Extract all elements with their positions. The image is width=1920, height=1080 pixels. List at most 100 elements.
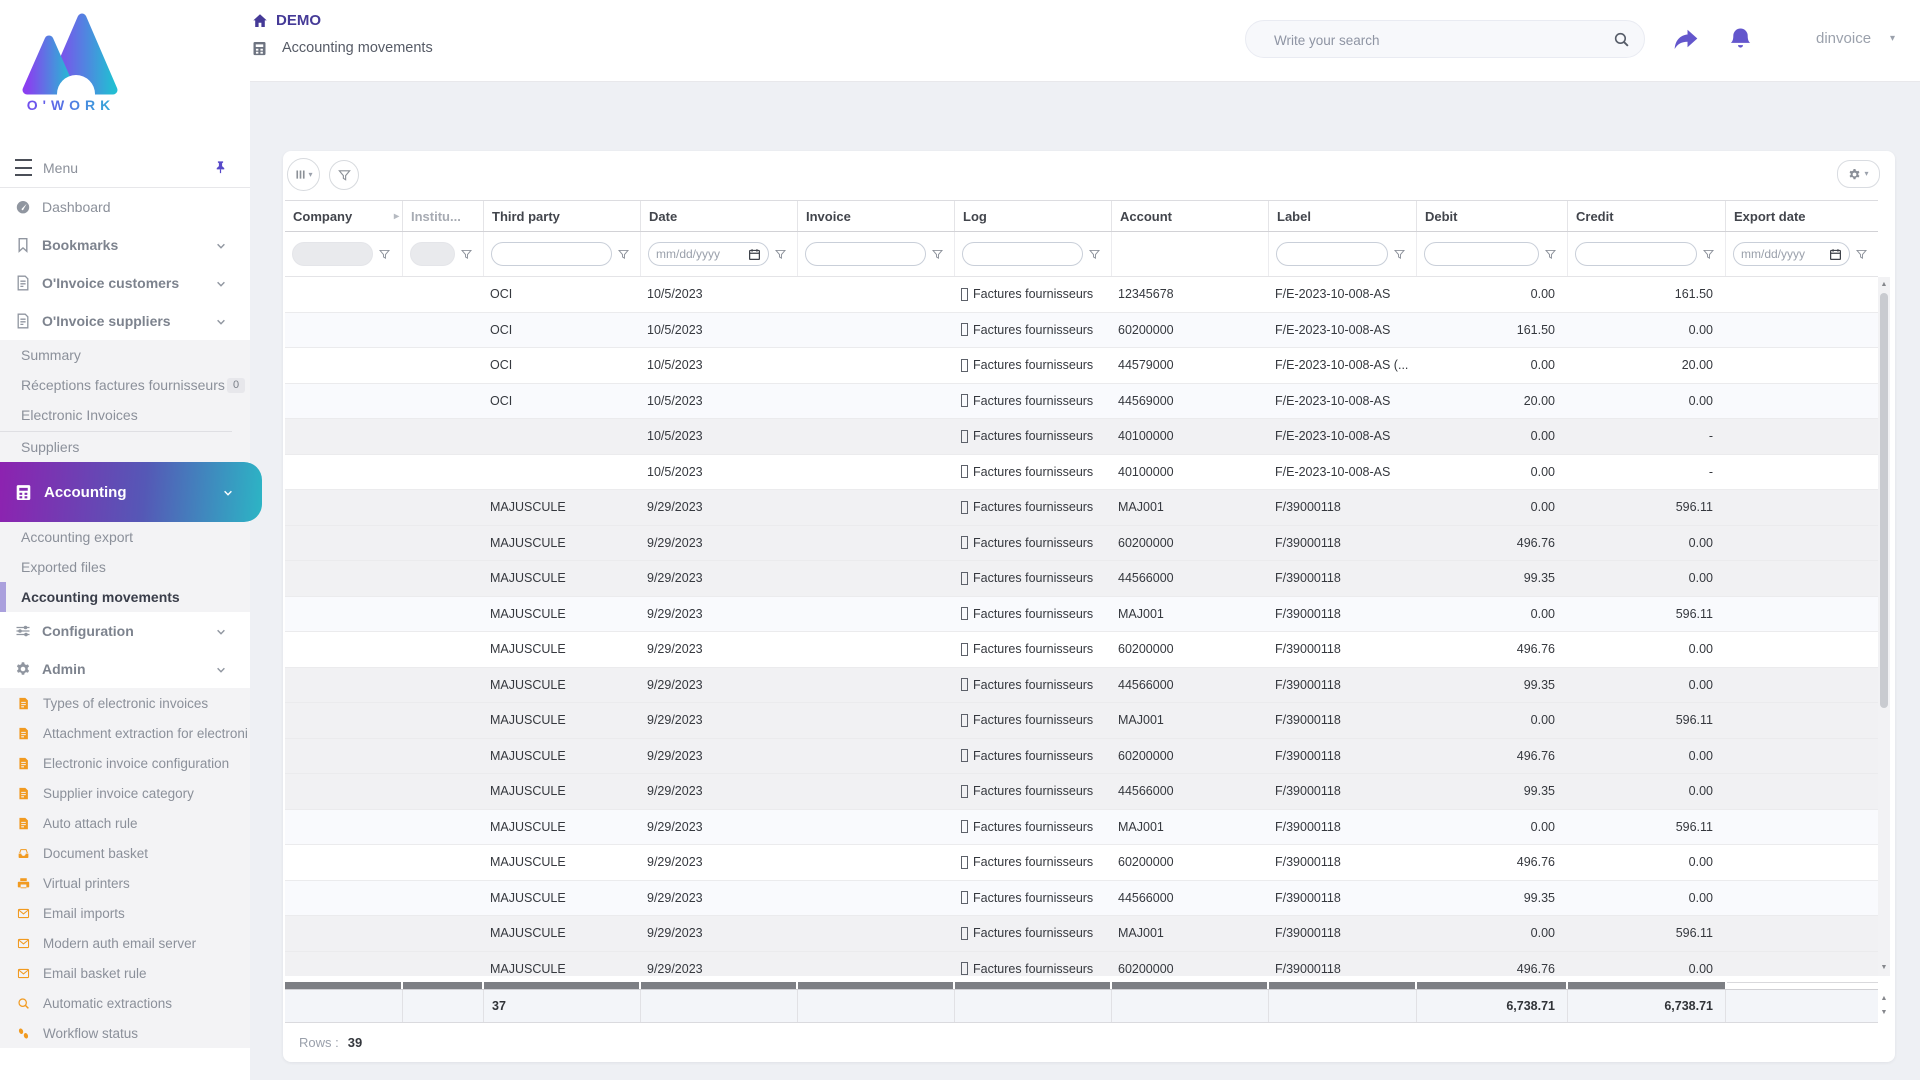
sidebar-item-o-invoice-customers[interactable]: O'Invoice customers — [0, 264, 250, 302]
column-header-export-date[interactable]: Export date — [1725, 201, 1878, 231]
sidebar-item-email-imports[interactable]: Email imports — [0, 898, 250, 928]
sidebar-item-document-basket[interactable]: Document basket — [0, 838, 250, 868]
sidebar-item-email-basket-rule[interactable]: Email basket rule — [0, 958, 250, 988]
sidebar-item-summary[interactable]: Summary — [0, 340, 250, 370]
sidebar-item-admin[interactable]: Admin — [0, 650, 250, 688]
hamburger-icon[interactable] — [15, 159, 32, 176]
sidebar-item-supplier-invoice-category[interactable]: Supplier invoice category — [0, 778, 250, 808]
sidebar-item-o-invoice-suppliers[interactable]: O'Invoice suppliers — [0, 302, 250, 340]
filter-date-input-export-date[interactable]: mm/dd/yyyy — [1733, 242, 1850, 266]
sidebar-item-electronic-invoices[interactable]: Electronic Invoices — [0, 400, 250, 430]
table-row[interactable]: MAJUSCULE 9/29/2023 Factures fournisseurs 6… — [285, 845, 1878, 881]
sidebar-item-electronic-invoice-configuration[interactable]: Electronic invoice configuration — [0, 748, 250, 778]
table-row[interactable]: MAJUSCULE 9/29/2023 Factures fournisseurs M… — [285, 916, 1878, 952]
filter-input-debit[interactable] — [1424, 242, 1539, 266]
filter-button[interactable] — [329, 160, 359, 190]
table-row[interactable]: MAJUSCULE 9/29/2023 Factures fournisseurs M… — [285, 596, 1878, 632]
column-header-debit[interactable]: Debit — [1416, 201, 1567, 231]
filter-menu-log[interactable] — [1088, 248, 1101, 261]
table-row[interactable]: MAJUSCULE 9/29/2023 Factures fournisseurs 4… — [285, 880, 1878, 916]
table-row[interactable]: MAJUSCULE 9/29/2023 Factures fournisseurs 4… — [285, 774, 1878, 810]
table-row[interactable]: OCI 10/5/2023 Factures fournisseurs 4457900… — [285, 348, 1878, 384]
column-header-invoice[interactable]: Invoice — [797, 201, 954, 231]
breadcrumb[interactable]: DEMO — [252, 12, 321, 29]
sidebar-item-dashboard[interactable]: Dashboard — [0, 188, 250, 226]
table-row[interactable]: MAJUSCULE 9/29/2023 Factures fournisseurs 6… — [285, 951, 1878, 976]
bell-icon[interactable] — [1728, 26, 1753, 51]
sidebar-item-modern-auth-email-server[interactable]: Modern auth email server — [0, 928, 250, 958]
sidebar-item-auto-attach-rule[interactable]: Auto attach rule — [0, 808, 250, 838]
table-row[interactable]: MAJUSCULE 9/29/2023 Factures fournisseurs 6… — [285, 632, 1878, 668]
filter-input-label[interactable] — [1276, 242, 1388, 266]
table-row[interactable]: MAJUSCULE 9/29/2023 Factures fournisseurs 4… — [285, 561, 1878, 597]
table-row[interactable]: MAJUSCULE 9/29/2023 Factures fournisseurs M… — [285, 703, 1878, 739]
table-row[interactable]: MAJUSCULE 9/29/2023 Factures fournisseurs M… — [285, 809, 1878, 845]
table-row[interactable]: MAJUSCULE 9/29/2023 Factures fournisseurs 4… — [285, 667, 1878, 703]
search-icon[interactable] — [1613, 31, 1630, 48]
filter-input-third-party[interactable] — [491, 242, 612, 266]
filter-menu-credit[interactable] — [1702, 248, 1715, 261]
filter-input-credit[interactable] — [1575, 242, 1697, 266]
filter-menu-invoice[interactable] — [931, 248, 944, 261]
share-icon[interactable] — [1672, 26, 1699, 53]
filter-menu-institution[interactable] — [460, 248, 473, 261]
filter-menu-date[interactable] — [774, 248, 787, 261]
cell-institution — [402, 526, 483, 561]
sidebar-item-suppliers[interactable]: Suppliers — [0, 432, 250, 462]
user-menu[interactable]: dinvoice — [1816, 30, 1871, 47]
column-header-label: Company — [293, 208, 353, 224]
sidebar-item-types-of-electronic-invoices[interactable]: Types of electronic invoices — [0, 688, 250, 718]
column-header-label[interactable]: Label — [1268, 201, 1416, 231]
column-header-institution[interactable]: Institu... — [402, 201, 483, 231]
scroll-up-icon[interactable]: ▲ — [1879, 281, 1889, 288]
pin-icon[interactable] — [213, 160, 228, 175]
column-header-log[interactable]: Log — [954, 201, 1111, 231]
horizontal-scrollbar-track[interactable] — [1727, 982, 1878, 989]
search-input[interactable] — [1272, 22, 1606, 58]
vertical-scrollbar-thumb[interactable] — [1880, 293, 1888, 708]
table-row[interactable]: 10/5/2023 Factures fournisseurs 40100000 F/… — [285, 419, 1878, 455]
column-header-company[interactable]: Company ▸ — [285, 201, 402, 231]
column-header-account[interactable]: Account — [1111, 201, 1268, 231]
table-row[interactable]: MAJUSCULE 9/29/2023 Factures fournisseurs 6… — [285, 738, 1878, 774]
column-header-third-party[interactable]: Third party — [483, 201, 640, 231]
filter-menu-company[interactable] — [378, 248, 391, 261]
totals-scroll-down-icon[interactable]: ▼ — [1879, 1009, 1889, 1016]
sidebar-item-accounting[interactable]: Accounting — [0, 462, 262, 522]
column-header-credit[interactable]: Credit — [1567, 201, 1725, 231]
sidebar-item-accounting-movements[interactable]: Accounting movements — [0, 582, 250, 612]
filter-input-log[interactable] — [962, 242, 1083, 266]
cell-account: 44579000 — [1118, 358, 1174, 373]
grid-settings-button[interactable]: ▾ — [1837, 160, 1880, 188]
table-row[interactable]: MAJUSCULE 9/29/2023 Factures fournisseurs 6… — [285, 525, 1878, 561]
table-row[interactable]: OCI 10/5/2023 Factures fournisseurs 1234567… — [285, 277, 1878, 313]
column-header-date[interactable]: Date — [640, 201, 797, 231]
sidebar-item-configuration[interactable]: Configuration — [0, 612, 250, 650]
scroll-down-icon[interactable]: ▼ — [1879, 964, 1889, 971]
sidebar-item-attachment-extraction-for-electroni[interactable]: Attachment extraction for electroni — [0, 718, 250, 748]
filter-menu-export-date[interactable] — [1855, 248, 1868, 261]
filter-menu-third-party[interactable] — [617, 248, 630, 261]
table-row[interactable]: OCI 10/5/2023 Factures fournisseurs 4456900… — [285, 383, 1878, 419]
filter-menu-label[interactable] — [1393, 248, 1406, 261]
table-row[interactable]: 10/5/2023 Factures fournisseurs 40100000 F/… — [285, 454, 1878, 490]
funnel-icon — [774, 248, 787, 261]
totals-scroll-up-icon[interactable]: ▲ — [1879, 995, 1889, 1002]
sidebar-item-workflow-status[interactable]: Workflow status — [0, 1018, 250, 1048]
sidebar-item-bookmarks[interactable]: Bookmarks — [0, 226, 250, 264]
sidebar-item-accounting-export[interactable]: Accounting export — [0, 522, 250, 552]
sidebar-item-exported-files[interactable]: Exported files — [0, 552, 250, 582]
filter-input-invoice[interactable] — [805, 242, 926, 266]
sidebar-item-r-ceptions-factures-fournisseurs[interactable]: Réceptions factures fournisseurs 0 — [0, 370, 250, 400]
sidebar-item-virtual-printers[interactable]: Virtual printers — [0, 868, 250, 898]
filter-date-input-date[interactable]: mm/dd/yyyy — [648, 242, 769, 266]
table-row[interactable]: OCI 10/5/2023 Factures fournisseurs 6020000… — [285, 312, 1878, 348]
columns-selector-button[interactable]: ▾ — [287, 158, 320, 191]
sidebar-item-label: Auto attach rule — [43, 815, 138, 831]
filter-menu-debit[interactable] — [1544, 248, 1557, 261]
caret-down-icon[interactable]: ▾ — [1890, 33, 1895, 44]
sidebar-item-automatic-extractions[interactable]: Automatic extractions — [0, 988, 250, 1018]
table-row[interactable]: MAJUSCULE 9/29/2023 Factures fournisseurs M… — [285, 490, 1878, 526]
funnel-icon — [337, 168, 352, 183]
horizontal-scrollbar[interactable] — [285, 982, 1725, 989]
